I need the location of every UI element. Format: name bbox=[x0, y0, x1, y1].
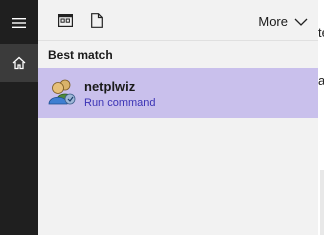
background-text-fragment: a bbox=[318, 73, 324, 88]
section-title-best-match: Best match bbox=[48, 48, 113, 62]
home-button[interactable] bbox=[0, 44, 38, 82]
left-rail bbox=[0, 0, 38, 235]
result-item-netplwiz[interactable]: netplwiz Run command bbox=[38, 68, 318, 118]
users-icon bbox=[48, 79, 76, 105]
filter-toolbar: More bbox=[38, 0, 318, 41]
background-text-fragment: te bbox=[318, 25, 324, 40]
apps-filter-button[interactable] bbox=[57, 12, 73, 28]
result-type: Run command bbox=[84, 97, 156, 109]
apps-icon bbox=[57, 13, 73, 27]
hamburger-menu-icon bbox=[12, 18, 26, 28]
home-icon bbox=[12, 56, 26, 70]
more-label: More bbox=[258, 14, 288, 29]
documents-filter-button[interactable] bbox=[89, 12, 105, 28]
background-window-divider bbox=[320, 170, 324, 235]
result-name: netplwiz bbox=[84, 79, 136, 94]
more-filters-button[interactable]: More bbox=[258, 14, 308, 29]
search-results-panel: More Best match netplwiz Run command bbox=[38, 0, 318, 235]
hamburger-menu-button[interactable] bbox=[0, 4, 38, 42]
start-search-window: More Best match netplwiz Run command t a bbox=[0, 0, 324, 235]
chevron-down-icon bbox=[294, 18, 308, 26]
document-icon bbox=[91, 12, 103, 28]
